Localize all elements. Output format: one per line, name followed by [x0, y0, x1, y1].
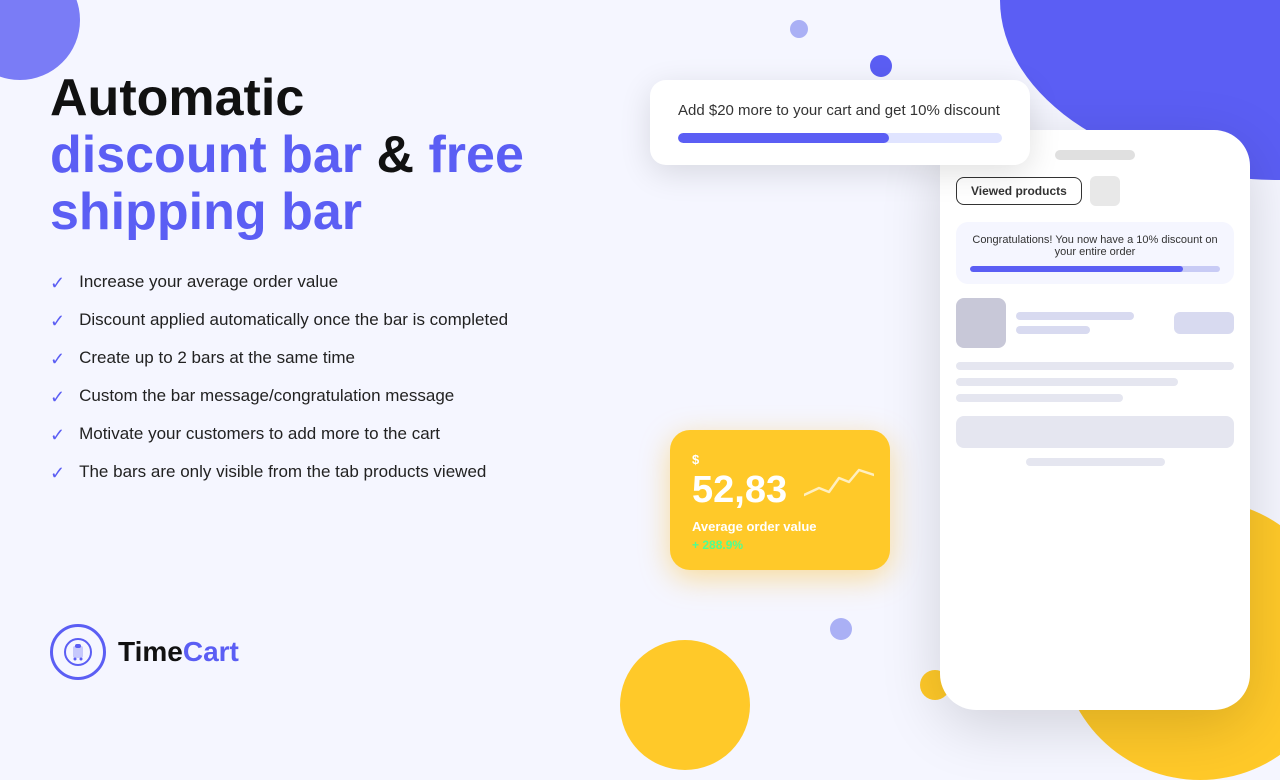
features-list: ✓ Increase your average order value ✓ Disco…: [50, 272, 570, 484]
feature-text: Discount applied automatically once the …: [79, 310, 508, 330]
check-icon: ✓: [50, 425, 65, 446]
skeleton-cta: [956, 416, 1234, 448]
phone-product-row: [956, 298, 1234, 348]
logo-text: TimeCart: [118, 636, 239, 668]
feature-item: ✓ Create up to 2 bars at the same time: [50, 348, 570, 370]
headline-line1: Automatic: [50, 69, 304, 127]
check-icon: ✓: [50, 311, 65, 332]
mini-chart: [804, 460, 874, 510]
logo-cart: Cart: [183, 636, 239, 667]
check-icon: ✓: [50, 387, 65, 408]
skeleton-small-center: [1026, 458, 1165, 466]
check-icon: ✓: [50, 463, 65, 484]
chart-svg: [804, 460, 874, 505]
phone-area: Add $20 more to your cart and get 10% di…: [610, 50, 1250, 690]
progress-bar-bg: [678, 133, 1002, 143]
bg-circle-top-left: [0, 0, 80, 80]
discount-bar-text: Add $20 more to your cart and get 10% di…: [678, 102, 1002, 119]
stats-label: Average order value: [692, 519, 868, 534]
congrats-bar-bg: [970, 266, 1220, 272]
feature-text: Custom the bar message/congratulation me…: [79, 386, 454, 406]
feature-item: ✓ Motivate your customers to add more to …: [50, 424, 570, 446]
progress-bar-fill: [678, 133, 889, 143]
logo-svg: [62, 636, 94, 668]
skeleton-rows: [956, 362, 1234, 402]
feature-text: Create up to 2 bars at the same time: [79, 348, 355, 368]
congrats-section: Congratulations! You now have a 10% disc…: [956, 222, 1234, 284]
left-content: Automatic discount bar & free shipping b…: [50, 70, 570, 524]
stats-change: + 288.9%: [692, 538, 868, 552]
headline-discount-bar: discount bar: [50, 126, 362, 184]
feature-text: Motivate your customers to add more to t…: [79, 424, 440, 444]
phone-product-lines: [1016, 312, 1164, 334]
check-icon: ✓: [50, 349, 65, 370]
discount-bar-card: Add $20 more to your cart and get 10% di…: [650, 80, 1030, 165]
skeleton-row-1: [956, 362, 1234, 370]
feature-item: ✓ The bars are only visible from the tab …: [50, 462, 570, 484]
skeleton-row-3: [956, 394, 1123, 402]
logo-icon: [50, 624, 106, 680]
feature-item: ✓ Custom the bar message/congratulation m…: [50, 386, 570, 408]
phone-inner: Viewed products Congratulations! You now…: [940, 130, 1250, 486]
feature-item: ✓ Discount applied automatically once the…: [50, 310, 570, 332]
headline-ampersand: &: [362, 126, 428, 184]
congrats-text: Congratulations! You now have a 10% disc…: [970, 234, 1220, 258]
headline-free: free: [428, 126, 523, 184]
headline-shipping-bar: shipping bar: [50, 183, 362, 241]
phone-notch: [1055, 150, 1135, 160]
feature-item: ✓ Increase your average order value: [50, 272, 570, 294]
bg-circle-mid-top: [790, 20, 808, 38]
skeleton-row-2: [956, 378, 1178, 386]
logo-time: Time: [118, 636, 183, 667]
check-icon: ✓: [50, 273, 65, 294]
phone-mockup: Viewed products Congratulations! You now…: [940, 130, 1250, 710]
phone-price-badge: [1174, 312, 1234, 334]
viewed-products-area: Viewed products: [956, 176, 1234, 206]
viewed-icon-box: [1090, 176, 1120, 206]
phone-line-short: [1016, 326, 1090, 334]
viewed-products-button[interactable]: Viewed products: [956, 177, 1082, 205]
phone-line-long: [1016, 312, 1134, 320]
phone-product-image: [956, 298, 1006, 348]
stats-card: $ 52,83 Average order value + 288.9%: [670, 430, 890, 570]
feature-text: The bars are only visible from the tab p…: [79, 462, 486, 482]
headline: Automatic discount bar & free shipping b…: [50, 70, 570, 242]
logo-area: TimeCart: [50, 624, 239, 680]
feature-text: Increase your average order value: [79, 272, 338, 292]
congrats-bar-fill: [970, 266, 1183, 272]
